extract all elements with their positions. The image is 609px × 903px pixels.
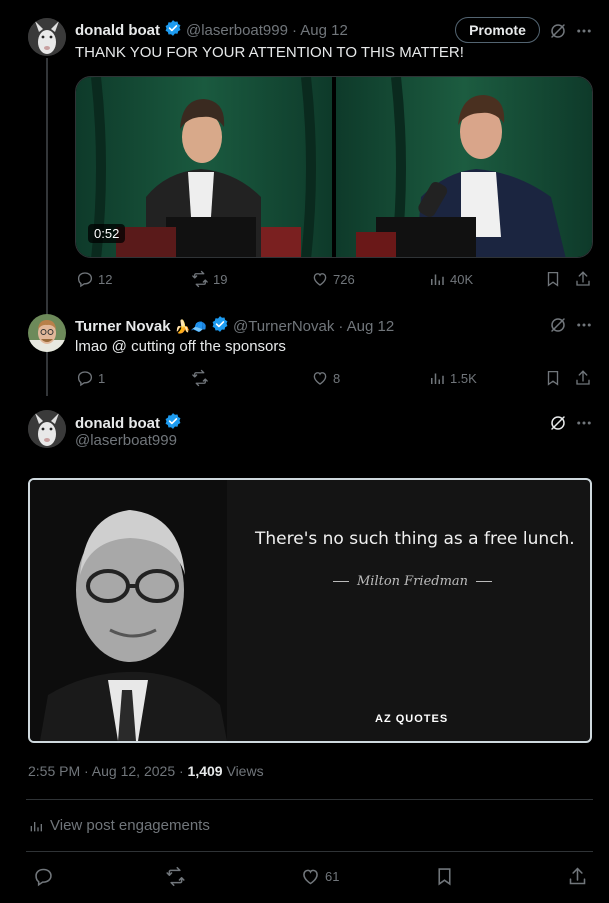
tweet-date[interactable]: · Aug 12 [338, 318, 394, 335]
retweet-button[interactable] [191, 369, 213, 387]
post-views-count: 1,409 [187, 763, 223, 779]
verified-badge-icon [211, 315, 229, 338]
video-player[interactable] [75, 76, 593, 258]
author-handle[interactable]: @laserboat999 [186, 22, 288, 39]
dash-left [333, 581, 349, 582]
retweet-count: 19 [213, 271, 228, 287]
name-emojis: 🍌🧢 [174, 318, 207, 334]
tweet2-actions: 1 8 1.5K [0, 369, 609, 389]
avatar-donald-boat[interactable] [28, 410, 66, 448]
reply-icon [77, 272, 93, 288]
bookmark-button[interactable] [544, 270, 562, 288]
like-count: 8 [333, 370, 341, 386]
author-name[interactable]: donald boat [75, 22, 160, 39]
reply-count: 1 [98, 370, 106, 386]
share-icon [576, 370, 590, 385]
tweet-date[interactable]: · Aug 12 [292, 22, 348, 39]
quote-image[interactable]: There's no such thing as a free lunch. M… [28, 478, 592, 743]
like-button[interactable]: 8 [311, 369, 340, 387]
heart-icon [303, 869, 318, 885]
reply-button[interactable] [33, 866, 54, 887]
avatar-donald-boat[interactable] [28, 18, 66, 56]
more-options-icon[interactable] [574, 21, 594, 41]
views-count: 1.5K [450, 370, 477, 386]
reply-count: 12 [98, 271, 113, 287]
post-timestamp-row: 2:55 PM · Aug 12, 2025 · 1,409 Views [28, 763, 264, 779]
share-button[interactable] [574, 270, 592, 288]
share-icon [569, 867, 586, 885]
share-icon [576, 271, 590, 286]
post-timestamp[interactable]: 2:55 PM · Aug 12, 2025 · [28, 763, 188, 779]
quote-text: There's no such thing as a free lunch. [255, 529, 575, 549]
tweet-text: lmao @ cutting off the sponsors [75, 338, 286, 355]
author-handle[interactable]: @TurnerNovak [233, 318, 334, 335]
video-frame-right [335, 77, 593, 257]
azquotes-logo: AZ QUOTES [375, 713, 449, 725]
like-count: 726 [333, 271, 355, 287]
divider [26, 851, 593, 852]
share-button[interactable] [567, 866, 588, 887]
tweet-text: THANK YOU FOR YOUR ATTENTION TO THIS MAT… [75, 44, 464, 61]
views-button[interactable]: 40K [428, 270, 473, 288]
retweet-icon [192, 369, 208, 387]
divider [26, 799, 593, 800]
video-duration: 0:52 [88, 224, 126, 243]
like-button[interactable]: 61 [300, 866, 339, 887]
heart-icon [313, 273, 327, 286]
portrait-photo [30, 480, 227, 741]
reply-button[interactable]: 12 [76, 270, 112, 288]
dash-right [476, 581, 493, 582]
promote-button[interactable]: Promote [455, 17, 540, 43]
reply-button[interactable]: 1 [76, 369, 105, 387]
tweet1-actions: 12 19 726 40K [0, 270, 609, 290]
retweet-button[interactable] [165, 866, 186, 887]
analytics-icon [431, 373, 444, 384]
analytics-icon [431, 274, 444, 285]
bookmark-icon [438, 868, 451, 886]
retweet-icon [192, 270, 208, 288]
retweet-button[interactable]: 19 [191, 270, 227, 288]
bookmark-icon [547, 271, 559, 287]
quote-author: Milton Friedman [357, 574, 469, 589]
grok-icon[interactable] [548, 315, 568, 335]
views-count: 40K [450, 271, 474, 287]
like-count: 61 [325, 869, 340, 884]
tweet1-header: donald boat @laserboat999 · Aug 12 [75, 19, 348, 42]
reply-icon [35, 868, 52, 887]
view-engagements-link[interactable]: View post engagements [28, 817, 210, 834]
more-options-icon[interactable] [574, 413, 594, 433]
engagements-label: View post engagements [50, 817, 210, 834]
author-name[interactable]: donald boat [75, 415, 160, 432]
verified-badge-icon [164, 19, 182, 42]
heart-icon [313, 372, 327, 385]
post-views-label: Views [222, 763, 264, 779]
bookmark-icon [547, 370, 559, 386]
quote-attribution: Milton Friedman [333, 574, 493, 589]
main-tweet-actions: 61 [0, 866, 609, 888]
tweet2-header: Turner Novak 🍌🧢 @TurnerNovak · Aug 12 [75, 315, 394, 338]
more-options-icon[interactable] [574, 315, 594, 335]
author-handle[interactable]: @laserboat999 [75, 432, 177, 449]
retweet-icon [166, 866, 185, 887]
views-button[interactable]: 1.5K [428, 369, 477, 387]
like-button[interactable]: 726 [311, 270, 355, 288]
author-name[interactable]: Turner Novak [75, 318, 171, 335]
grok-icon[interactable] [548, 21, 568, 41]
bookmark-button[interactable] [434, 866, 455, 887]
reply-icon [77, 371, 93, 387]
share-button[interactable] [574, 369, 592, 387]
grok-icon[interactable] [548, 413, 568, 433]
bookmark-button[interactable] [544, 369, 562, 387]
analytics-icon [30, 821, 42, 831]
avatar-turner-novak[interactable] [28, 314, 66, 352]
